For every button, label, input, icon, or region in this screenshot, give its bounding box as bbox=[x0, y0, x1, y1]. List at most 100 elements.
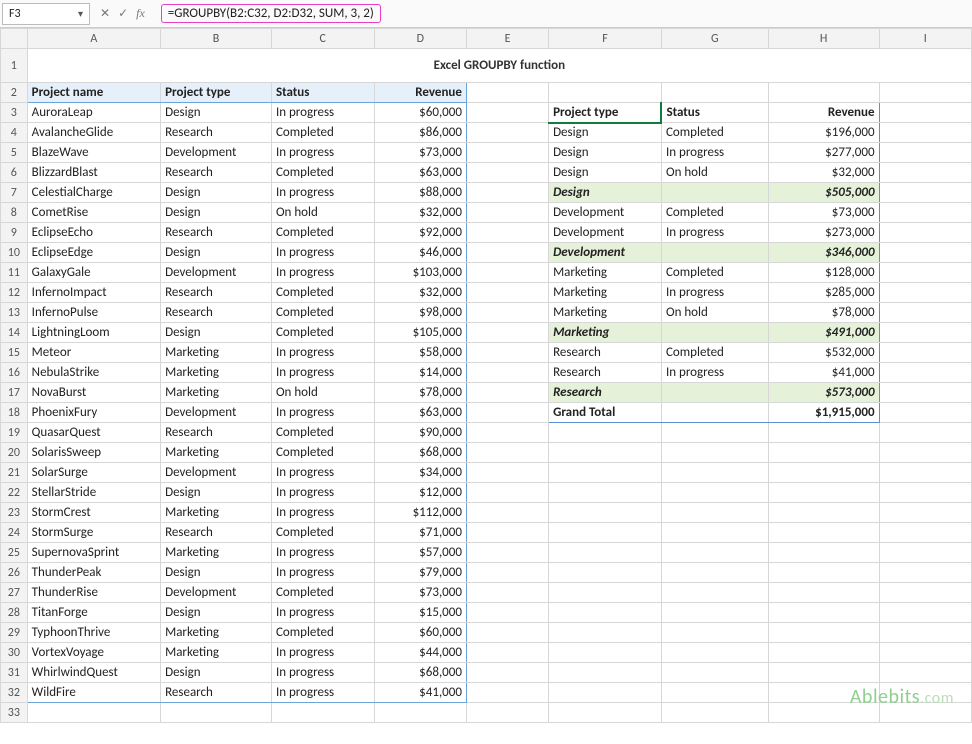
cell[interactable]: InfernoPulse bbox=[27, 303, 160, 323]
cell[interactable] bbox=[466, 463, 548, 483]
cell[interactable] bbox=[768, 443, 879, 463]
cell[interactable] bbox=[466, 583, 548, 603]
cell[interactable] bbox=[879, 123, 971, 143]
cell[interactable]: In progress bbox=[271, 483, 374, 503]
cell[interactable]: Revenue bbox=[374, 83, 466, 103]
cell[interactable]: On hold bbox=[661, 303, 768, 323]
cell[interactable]: $41,000 bbox=[374, 683, 466, 703]
cell[interactable]: Marketing bbox=[161, 383, 272, 403]
cell[interactable]: $92,000 bbox=[374, 223, 466, 243]
cell[interactable] bbox=[879, 163, 971, 183]
cell[interactable] bbox=[768, 663, 879, 683]
cell[interactable] bbox=[549, 583, 662, 603]
cell[interactable] bbox=[466, 423, 548, 443]
cell[interactable] bbox=[661, 603, 768, 623]
cell[interactable] bbox=[466, 283, 548, 303]
cell[interactable] bbox=[549, 563, 662, 583]
cell[interactable]: InfernoImpact bbox=[27, 283, 160, 303]
row-header[interactable]: 17 bbox=[1, 383, 28, 403]
cell[interactable]: CometRise bbox=[27, 203, 160, 223]
cell[interactable]: NebulaStrike bbox=[27, 363, 160, 383]
cell[interactable]: $573,000 bbox=[768, 383, 879, 403]
cell[interactable] bbox=[661, 663, 768, 683]
row-header[interactable]: 13 bbox=[1, 303, 28, 323]
cell[interactable] bbox=[466, 163, 548, 183]
row-header[interactable]: 8 bbox=[1, 203, 28, 223]
cell[interactable]: In progress bbox=[271, 463, 374, 483]
cell[interactable]: In progress bbox=[271, 403, 374, 423]
cell[interactable]: Project name bbox=[27, 83, 160, 103]
cell[interactable]: In progress bbox=[271, 543, 374, 563]
cell[interactable] bbox=[879, 603, 971, 623]
cell[interactable]: Design bbox=[161, 483, 272, 503]
row-header[interactable]: 12 bbox=[1, 283, 28, 303]
cell[interactable] bbox=[549, 523, 662, 543]
cell[interactable]: $277,000 bbox=[768, 143, 879, 163]
cell[interactable]: $103,000 bbox=[374, 263, 466, 283]
cell[interactable] bbox=[879, 623, 971, 643]
cell[interactable] bbox=[161, 703, 272, 723]
row-header[interactable]: 31 bbox=[1, 663, 28, 683]
cell[interactable] bbox=[879, 503, 971, 523]
row-header[interactable]: 27 bbox=[1, 583, 28, 603]
cell[interactable] bbox=[661, 543, 768, 563]
cell[interactable]: $532,000 bbox=[768, 343, 879, 363]
cell[interactable]: Marketing bbox=[161, 643, 272, 663]
cell[interactable]: Research bbox=[549, 363, 662, 383]
cell[interactable]: Research bbox=[161, 123, 272, 143]
cell[interactable] bbox=[466, 623, 548, 643]
cell[interactable] bbox=[661, 383, 768, 403]
cell[interactable]: Research bbox=[161, 283, 272, 303]
cell[interactable]: Completed bbox=[661, 123, 768, 143]
cell[interactable] bbox=[661, 483, 768, 503]
spreadsheet-grid[interactable]: A B C D E F G H I 1Excel GROUPBY functio… bbox=[0, 28, 972, 723]
cell[interactable]: Project type bbox=[549, 103, 662, 123]
cell[interactable]: Completed bbox=[661, 263, 768, 283]
col-header[interactable]: G bbox=[661, 29, 768, 49]
cell[interactable]: Research bbox=[161, 163, 272, 183]
cell[interactable]: SolarisSweep bbox=[27, 443, 160, 463]
cell[interactable]: ThunderRise bbox=[27, 583, 160, 603]
cell[interactable]: Design bbox=[549, 123, 662, 143]
cell[interactable] bbox=[466, 543, 548, 563]
cell[interactable]: $71,000 bbox=[374, 523, 466, 543]
cell[interactable]: In progress bbox=[271, 603, 374, 623]
cell[interactable]: CelestialCharge bbox=[27, 183, 160, 203]
cell[interactable] bbox=[549, 683, 662, 703]
cell[interactable]: Project type bbox=[161, 83, 272, 103]
cell[interactable]: Design bbox=[549, 163, 662, 183]
cell[interactable] bbox=[466, 123, 548, 143]
cell[interactable]: Meteor bbox=[27, 343, 160, 363]
cell[interactable] bbox=[879, 243, 971, 263]
cell[interactable]: Completed bbox=[271, 423, 374, 443]
cell[interactable]: Design bbox=[161, 663, 272, 683]
row-header[interactable]: 24 bbox=[1, 523, 28, 543]
cell[interactable]: $12,000 bbox=[374, 483, 466, 503]
row-header[interactable]: 33 bbox=[1, 703, 28, 723]
cell[interactable]: In progress bbox=[661, 363, 768, 383]
cell[interactable] bbox=[466, 443, 548, 463]
select-all-corner[interactable] bbox=[1, 29, 28, 49]
cell[interactable]: Design bbox=[161, 603, 272, 623]
cell[interactable] bbox=[549, 443, 662, 463]
cell[interactable]: NovaBurst bbox=[27, 383, 160, 403]
row-header[interactable]: 32 bbox=[1, 683, 28, 703]
cell[interactable] bbox=[879, 483, 971, 503]
cell[interactable]: Development bbox=[161, 263, 272, 283]
cell[interactable]: Marketing bbox=[161, 443, 272, 463]
cell[interactable] bbox=[466, 403, 548, 423]
cell[interactable]: WildFire bbox=[27, 683, 160, 703]
cell[interactable]: Design bbox=[161, 563, 272, 583]
cell[interactable] bbox=[768, 623, 879, 643]
cell[interactable]: Completed bbox=[271, 523, 374, 543]
cell[interactable] bbox=[466, 483, 548, 503]
cell[interactable] bbox=[768, 523, 879, 543]
col-header[interactable]: H bbox=[768, 29, 879, 49]
col-header[interactable]: C bbox=[271, 29, 374, 49]
cell[interactable]: Status bbox=[271, 83, 374, 103]
cell[interactable] bbox=[466, 103, 548, 123]
row-header[interactable]: 21 bbox=[1, 463, 28, 483]
col-header[interactable]: I bbox=[879, 29, 971, 49]
cell[interactable]: VortexVoyage bbox=[27, 643, 160, 663]
cell[interactable] bbox=[661, 403, 768, 423]
